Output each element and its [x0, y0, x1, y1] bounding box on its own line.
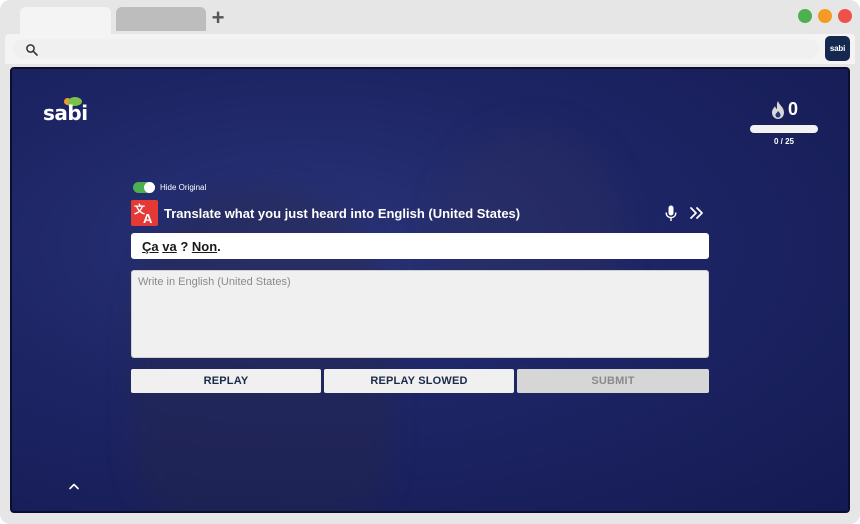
address-bar-row: sabi [5, 34, 855, 64]
sentence-word[interactable]: Non [192, 239, 217, 254]
streak-count: 0 [788, 99, 799, 119]
sabi-extension-button[interactable]: sabi [825, 36, 850, 61]
original-sentence: Ça va ? Non. [142, 239, 221, 254]
streak-widget: 0 0 / 25 [750, 97, 820, 149]
hide-original-toggle[interactable] [133, 182, 155, 193]
original-sentence-box: Ça va ? Non. [131, 233, 709, 259]
sentence-separator: ? [176, 239, 192, 254]
translate-icon: 文 A [131, 200, 158, 226]
window-close-button[interactable] [838, 9, 852, 23]
window-minimize-button[interactable] [818, 9, 832, 23]
svg-text:A: A [143, 211, 153, 226]
tab-strip: + [0, 0, 860, 34]
chevron-up-icon[interactable] [68, 482, 80, 490]
flame-icon [772, 101, 784, 119]
replay-button[interactable]: REPLAY [131, 369, 321, 393]
translation-panel: Hide Original 文 A Translate what you jus… [131, 181, 709, 393]
sentence-word[interactable]: va [162, 239, 176, 254]
address-bar[interactable] [13, 39, 819, 59]
browser-tab-active[interactable] [20, 7, 111, 34]
browser-tab-inactive[interactable] [116, 7, 206, 31]
sabi-logo: sabi [43, 97, 93, 125]
hide-original-label: Hide Original [160, 183, 207, 192]
video-viewport: sabi 0 0 / 25 Hide Original 文 A Translat… [10, 67, 850, 513]
skip-icon[interactable] [689, 206, 705, 220]
window-maximize-button[interactable] [798, 9, 812, 23]
lesson-progress-text: 0 / 25 [773, 137, 794, 146]
new-tab-button[interactable]: + [209, 6, 227, 30]
logo-text: sabi [43, 101, 88, 125]
submit-button[interactable]: SUBMIT [517, 369, 709, 393]
lesson-progress-bar [750, 125, 818, 133]
browser-window: + sabi sabi 0 0 / 25 Hide Original 文 A T… [0, 0, 860, 524]
sentence-separator: . [217, 239, 221, 254]
replay-slowed-button[interactable]: REPLAY SLOWED [324, 369, 514, 393]
toggle-knob [144, 182, 155, 193]
instruction-row: 文 A Translate what you just heard into E… [131, 200, 709, 226]
answer-input[interactable] [131, 270, 709, 358]
microphone-icon[interactable] [665, 205, 677, 222]
search-icon [26, 44, 38, 56]
sentence-word[interactable]: Ça [142, 239, 159, 254]
instruction-text: Translate what you just heard into Engli… [164, 206, 521, 221]
